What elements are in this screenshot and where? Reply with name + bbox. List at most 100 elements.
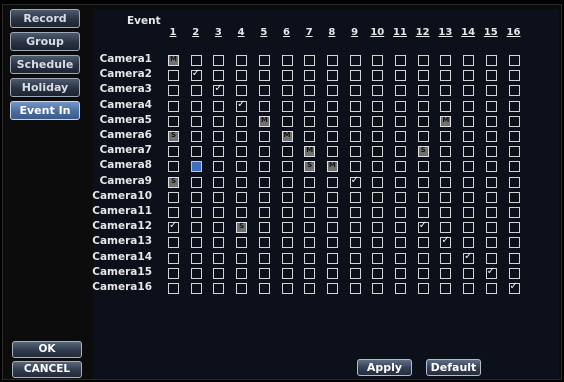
event-checkbox[interactable] [168, 267, 179, 279]
event-checkbox[interactable] [326, 191, 338, 203]
event-checkbox[interactable] [417, 220, 429, 234]
event-checkbox[interactable] [349, 146, 361, 158]
event-checkbox[interactable] [304, 70, 316, 82]
event-checkbox[interactable] [213, 100, 225, 112]
event-checkbox[interactable] [349, 237, 361, 249]
event-checkbox[interactable] [417, 146, 429, 158]
event-checkbox[interactable] [281, 131, 293, 142]
event-checkbox[interactable] [236, 237, 248, 249]
event-checkbox[interactable] [258, 191, 270, 203]
event-checkbox[interactable] [258, 267, 270, 279]
event-checkbox[interactable] [168, 252, 179, 264]
ok-button[interactable]: OK [12, 341, 82, 358]
event-checkbox[interactable] [485, 131, 497, 142]
event-checkbox[interactable] [417, 55, 429, 66]
event-checkbox[interactable] [440, 207, 452, 218]
event-checkbox[interactable] [417, 267, 429, 279]
event-checkbox[interactable] [440, 252, 452, 264]
event-checkbox[interactable] [485, 283, 497, 294]
event-checkbox[interactable] [485, 146, 497, 158]
event-checkbox[interactable] [349, 161, 361, 173]
sidebar-item-schedule[interactable]: Schedule [10, 55, 80, 74]
event-checkbox[interactable] [508, 161, 520, 173]
event-checkbox[interactable] [326, 237, 338, 249]
event-checkbox[interactable] [395, 55, 406, 66]
event-checkbox[interactable] [463, 237, 475, 249]
event-checkbox[interactable] [190, 100, 202, 112]
event-checkbox[interactable] [417, 131, 429, 142]
event-checkbox[interactable] [281, 191, 293, 203]
event-checkbox[interactable] [236, 176, 248, 188]
event-checkbox[interactable] [281, 161, 293, 173]
event-checkbox[interactable] [281, 207, 293, 218]
event-checkbox[interactable] [304, 115, 316, 127]
event-checkbox[interactable] [326, 55, 338, 66]
event-checkbox[interactable] [168, 131, 179, 142]
event-checkbox[interactable] [417, 283, 429, 294]
event-checkbox[interactable] [168, 176, 179, 188]
event-checkbox[interactable] [213, 222, 225, 234]
event-checkbox[interactable] [395, 115, 406, 127]
event-checkbox[interactable] [395, 237, 406, 249]
event-checkbox[interactable] [417, 115, 429, 127]
event-checkbox[interactable] [508, 281, 520, 294]
event-checkbox[interactable] [485, 85, 497, 97]
event-checkbox[interactable] [395, 70, 406, 82]
event-checkbox[interactable] [168, 283, 179, 294]
event-checkbox[interactable] [508, 100, 520, 112]
event-checkbox[interactable] [372, 252, 384, 264]
event-checkbox[interactable] [213, 161, 225, 173]
event-checkbox[interactable] [463, 191, 475, 203]
event-checkbox[interactable] [281, 146, 293, 158]
event-checkbox[interactable] [326, 131, 338, 142]
event-checkbox[interactable] [508, 85, 520, 97]
event-checkbox[interactable] [190, 68, 202, 82]
event-checkbox[interactable] [258, 70, 270, 82]
event-checkbox[interactable] [463, 283, 475, 294]
event-checkbox[interactable] [485, 176, 497, 188]
event-checkbox[interactable] [213, 252, 225, 264]
event-checkbox[interactable] [326, 252, 338, 264]
event-checkbox[interactable] [168, 237, 179, 249]
event-checkbox[interactable] [349, 207, 361, 218]
event-checkbox[interactable] [508, 207, 520, 218]
event-checkbox[interactable] [485, 55, 497, 66]
event-checkbox[interactable] [213, 146, 225, 158]
event-checkbox[interactable] [258, 237, 270, 249]
event-checkbox[interactable] [485, 207, 497, 218]
event-checkbox[interactable] [304, 207, 316, 218]
event-checkbox[interactable] [168, 207, 179, 218]
event-checkbox[interactable] [213, 55, 225, 66]
event-checkbox[interactable] [190, 146, 202, 158]
event-checkbox[interactable] [304, 131, 316, 142]
event-checkbox[interactable] [395, 161, 406, 173]
event-checkbox[interactable] [417, 161, 429, 173]
event-checkbox[interactable] [485, 161, 497, 173]
event-checkbox[interactable] [236, 191, 248, 203]
event-checkbox[interactable] [281, 55, 293, 66]
event-checkbox[interactable] [349, 267, 361, 279]
event-checkbox[interactable] [168, 85, 179, 97]
event-checkbox[interactable] [372, 115, 384, 127]
event-checkbox[interactable] [349, 191, 361, 203]
event-checkbox[interactable] [326, 207, 338, 218]
event-checkbox[interactable] [168, 146, 179, 158]
event-checkbox[interactable] [258, 252, 270, 264]
event-checkbox[interactable] [485, 70, 497, 82]
event-checkbox[interactable] [304, 55, 316, 66]
event-checkbox[interactable] [372, 85, 384, 97]
event-checkbox[interactable] [281, 283, 293, 294]
event-checkbox[interactable] [281, 70, 293, 82]
sidebar-item-event-in[interactable]: Event In [10, 101, 80, 120]
event-checkbox[interactable] [168, 55, 179, 66]
event-checkbox[interactable] [258, 146, 270, 158]
event-checkbox[interactable] [417, 207, 429, 218]
event-checkbox[interactable] [258, 161, 270, 173]
event-checkbox[interactable] [349, 252, 361, 264]
event-checkbox[interactable] [463, 131, 475, 142]
event-checkbox[interactable] [485, 115, 497, 127]
apply-button[interactable]: Apply [357, 359, 412, 376]
event-checkbox[interactable] [395, 252, 406, 264]
event-checkbox[interactable] [258, 283, 270, 294]
event-checkbox[interactable] [485, 237, 497, 249]
